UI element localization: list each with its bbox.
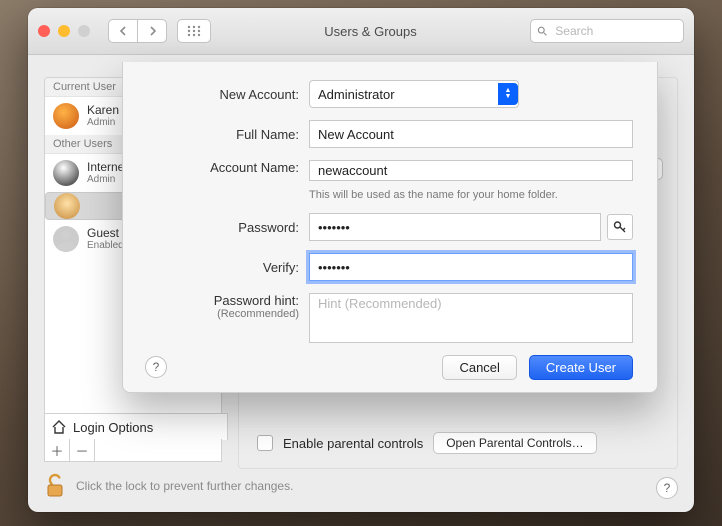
user-role: Enabled — [87, 240, 124, 251]
full-name-input[interactable] — [309, 120, 633, 148]
show-all-button[interactable] — [177, 19, 211, 43]
back-button[interactable] — [109, 20, 137, 42]
label-password: Password: — [147, 220, 309, 235]
verify-password-input[interactable] — [309, 253, 633, 281]
parental-controls-label: Enable parental controls — [283, 436, 423, 451]
label-full-name: Full Name: — [147, 127, 309, 142]
minimize-window-icon[interactable] — [58, 25, 70, 37]
search-icon — [537, 25, 547, 37]
label-account-name: Account Name: — [147, 160, 309, 175]
account-name-hint: This will be used as the name for your h… — [309, 189, 558, 201]
password-input[interactable] — [309, 213, 601, 241]
remove-user-button[interactable]: － — [70, 439, 95, 461]
lock-row: Click the lock to prevent further change… — [44, 473, 293, 499]
label-verify: Verify: — [147, 260, 309, 275]
new-account-sheet: New Account: Administrator ▲▼ Full Name:… — [122, 62, 658, 393]
window-traffic-lights — [38, 25, 90, 37]
account-name-input[interactable] — [309, 160, 633, 181]
zoom-window-icon — [78, 25, 90, 37]
password-assistant-button[interactable] — [607, 214, 633, 240]
avatar — [53, 103, 79, 129]
home-icon — [51, 419, 67, 435]
user-name: Karen — [87, 104, 119, 117]
parental-controls-checkbox[interactable] — [257, 435, 273, 451]
forward-button[interactable] — [137, 20, 166, 42]
login-options-label: Login Options — [73, 420, 153, 435]
add-user-button[interactable]: ＋ — [45, 439, 70, 461]
key-icon — [613, 220, 627, 234]
sheet-help-button[interactable]: ? — [145, 356, 167, 378]
login-options[interactable]: Login Options — [44, 413, 228, 440]
prefs-window: Users & Groups Current User Karen Admin … — [28, 8, 694, 512]
password-hint-input[interactable] — [309, 293, 633, 343]
titlebar: Users & Groups — [28, 8, 694, 55]
help-button[interactable]: ? — [656, 477, 678, 499]
lock-text: Click the lock to prevent further change… — [76, 479, 293, 493]
user-name: Guest — [87, 227, 124, 240]
open-parental-controls-button[interactable]: Open Parental Controls… — [433, 432, 596, 454]
lock-open-icon[interactable] — [44, 473, 66, 499]
cancel-button[interactable]: Cancel — [442, 355, 516, 380]
label-password-hint: Password hint: (Recommended) — [147, 293, 309, 320]
avatar — [53, 160, 79, 186]
account-type-value: Administrator — [318, 87, 395, 102]
avatar — [53, 226, 79, 252]
create-user-button[interactable]: Create User — [529, 355, 633, 380]
user-role: Admin — [87, 117, 119, 128]
account-type-select[interactable]: Administrator ▲▼ — [309, 80, 519, 108]
search-input[interactable] — [553, 23, 677, 39]
label-new-account: New Account: — [147, 87, 309, 102]
avatar — [54, 193, 80, 219]
add-remove-bar: ＋ － — [44, 439, 222, 462]
search-field[interactable] — [530, 19, 684, 43]
window-title: Users & Groups — [221, 24, 520, 39]
chevron-updown-icon: ▲▼ — [498, 83, 518, 105]
nav-back-forward — [108, 19, 167, 43]
close-window-icon[interactable] — [38, 25, 50, 37]
